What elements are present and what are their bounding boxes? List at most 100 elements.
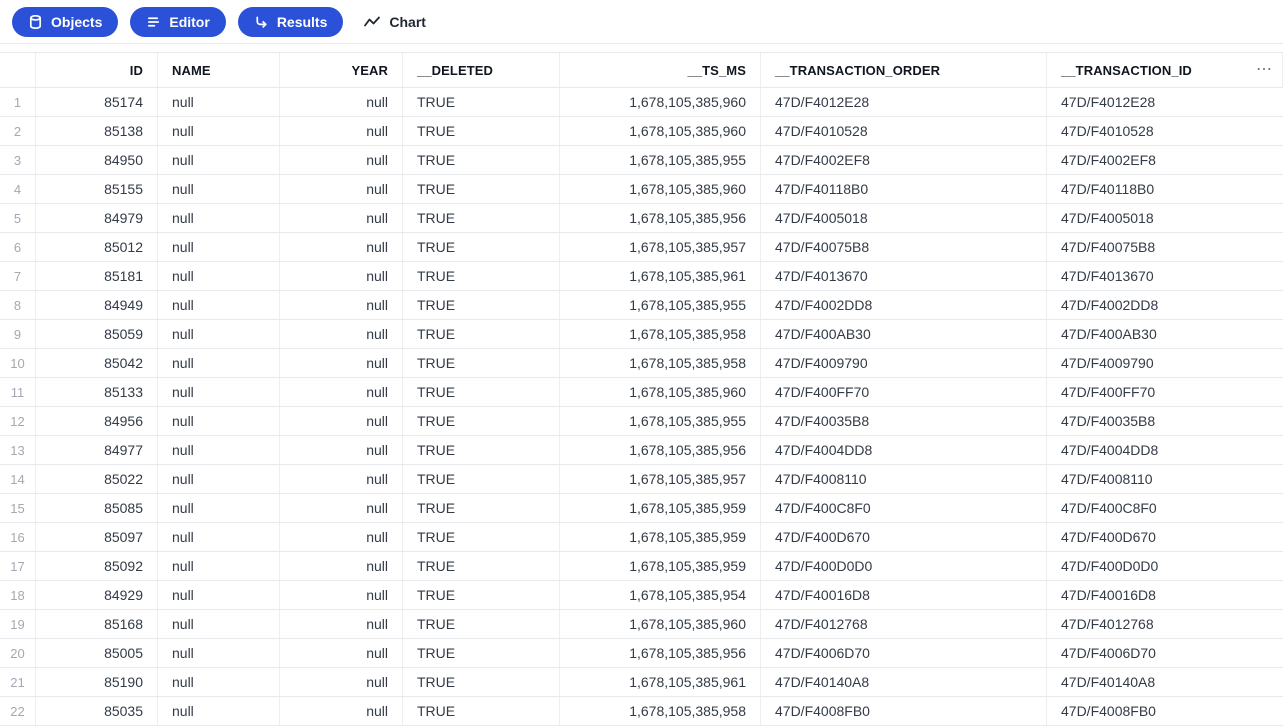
table-cell-id[interactable]: 85190	[36, 668, 158, 696]
table-cell-id[interactable]: 84950	[36, 146, 158, 174]
table-cell-transaction_id[interactable]: 47D/F4002EF8	[1047, 146, 1283, 174]
table-cell-transaction_id[interactable]: 47D/F4012768	[1047, 610, 1283, 638]
table-cell-year[interactable]: null	[280, 175, 403, 203]
table-cell-year[interactable]: null	[280, 233, 403, 261]
table-cell-id[interactable]: 84977	[36, 436, 158, 464]
table-cell-year[interactable]: null	[280, 523, 403, 551]
editor-button[interactable]: Editor	[130, 6, 226, 37]
table-cell-deleted[interactable]: TRUE	[403, 581, 560, 609]
table-cell-id[interactable]: 85035	[36, 697, 158, 725]
table-cell-ts_ms[interactable]: 1,678,105,385,956	[560, 639, 761, 667]
table-cell-transaction_order[interactable]: 47D/F40118B0	[761, 175, 1047, 203]
table-cell-deleted[interactable]: TRUE	[403, 117, 560, 145]
table-cell-ts_ms[interactable]: 1,678,105,385,960	[560, 117, 761, 145]
table-cell-ts_ms[interactable]: 1,678,105,385,960	[560, 88, 761, 116]
table-cell-transaction_order[interactable]: 47D/F400D0D0	[761, 552, 1047, 580]
table-cell-id[interactable]: 85012	[36, 233, 158, 261]
table-cell-deleted[interactable]: TRUE	[403, 378, 560, 406]
table-cell-name[interactable]: null	[158, 146, 280, 174]
table-cell-year[interactable]: null	[280, 581, 403, 609]
table-cell-id[interactable]: 85133	[36, 378, 158, 406]
table-cell-transaction_id[interactable]: 47D/F400D670	[1047, 523, 1283, 551]
table-cell-ts_ms[interactable]: 1,678,105,385,960	[560, 378, 761, 406]
table-cell-deleted[interactable]: TRUE	[403, 204, 560, 232]
table-cell-transaction_order[interactable]: 47D/F40140A8	[761, 668, 1047, 696]
table-cell-name[interactable]: null	[158, 436, 280, 464]
table-cell-id[interactable]: 85168	[36, 610, 158, 638]
table-cell-transaction_order[interactable]: 47D/F40035B8	[761, 407, 1047, 435]
table-cell-deleted[interactable]: TRUE	[403, 233, 560, 261]
results-button[interactable]: Results	[237, 6, 344, 37]
table-cell-transaction_order[interactable]: 47D/F4012768	[761, 610, 1047, 638]
table-cell-name[interactable]: null	[158, 494, 280, 522]
table-cell-ts_ms[interactable]: 1,678,105,385,956	[560, 204, 761, 232]
table-cell-deleted[interactable]: TRUE	[403, 610, 560, 638]
table-cell-transaction_id[interactable]: 47D/F4010528	[1047, 117, 1283, 145]
table-cell-deleted[interactable]: TRUE	[403, 465, 560, 493]
table-cell-name[interactable]: null	[158, 349, 280, 377]
table-cell-transaction_id[interactable]: 47D/F40035B8	[1047, 407, 1283, 435]
table-cell-year[interactable]: null	[280, 668, 403, 696]
table-cell-id[interactable]: 84956	[36, 407, 158, 435]
table-cell-id[interactable]: 84929	[36, 581, 158, 609]
table-cell-id[interactable]: 85181	[36, 262, 158, 290]
table-cell-deleted[interactable]: TRUE	[403, 552, 560, 580]
table-cell-transaction_id[interactable]: 47D/F40118B0	[1047, 175, 1283, 203]
table-cell-transaction_order[interactable]: 47D/F400FF70	[761, 378, 1047, 406]
table-cell-deleted[interactable]: TRUE	[403, 349, 560, 377]
table-cell-id[interactable]: 85085	[36, 494, 158, 522]
table-cell-id[interactable]: 84979	[36, 204, 158, 232]
table-cell-transaction_id[interactable]: 47D/F4009790	[1047, 349, 1283, 377]
table-cell-deleted[interactable]: TRUE	[403, 175, 560, 203]
table-cell-ts_ms[interactable]: 1,678,105,385,958	[560, 697, 761, 725]
table-cell-id[interactable]: 85022	[36, 465, 158, 493]
table-cell-transaction_order[interactable]: 47D/F40016D8	[761, 581, 1047, 609]
column-header-year[interactable]: YEAR	[280, 53, 403, 87]
table-cell-year[interactable]: null	[280, 349, 403, 377]
table-cell-year[interactable]: null	[280, 465, 403, 493]
table-cell-transaction_order[interactable]: 47D/F4008FB0	[761, 697, 1047, 725]
table-cell-year[interactable]: null	[280, 552, 403, 580]
table-cell-deleted[interactable]: TRUE	[403, 407, 560, 435]
table-cell-transaction_order[interactable]: 47D/F4013670	[761, 262, 1047, 290]
table-cell-name[interactable]: null	[158, 204, 280, 232]
table-cell-transaction_order[interactable]: 47D/F400C8F0	[761, 494, 1047, 522]
table-cell-ts_ms[interactable]: 1,678,105,385,960	[560, 175, 761, 203]
table-cell-transaction_order[interactable]: 47D/F4006D70	[761, 639, 1047, 667]
column-header-name[interactable]: NAME	[158, 53, 280, 87]
table-cell-transaction_order[interactable]: 47D/F4008110	[761, 465, 1047, 493]
table-cell-ts_ms[interactable]: 1,678,105,385,955	[560, 291, 761, 319]
column-header-ts_ms[interactable]: __TS_MS	[560, 53, 761, 87]
table-cell-transaction_id[interactable]: 47D/F400C8F0	[1047, 494, 1283, 522]
table-cell-id[interactable]: 85174	[36, 88, 158, 116]
table-cell-transaction_order[interactable]: 47D/F400D670	[761, 523, 1047, 551]
table-cell-ts_ms[interactable]: 1,678,105,385,961	[560, 262, 761, 290]
column-header-id[interactable]: ID	[36, 53, 158, 87]
table-cell-name[interactable]: null	[158, 697, 280, 725]
table-cell-id[interactable]: 85042	[36, 349, 158, 377]
table-cell-name[interactable]: null	[158, 610, 280, 638]
table-cell-year[interactable]: null	[280, 88, 403, 116]
table-cell-transaction_order[interactable]: 47D/F4004DD8	[761, 436, 1047, 464]
table-cell-year[interactable]: null	[280, 378, 403, 406]
table-cell-transaction_id[interactable]: 47D/F400FF70	[1047, 378, 1283, 406]
table-cell-deleted[interactable]: TRUE	[403, 146, 560, 174]
table-cell-transaction_id[interactable]: 47D/F4013670	[1047, 262, 1283, 290]
table-cell-id[interactable]: 85059	[36, 320, 158, 348]
table-cell-name[interactable]: null	[158, 668, 280, 696]
table-cell-year[interactable]: null	[280, 436, 403, 464]
table-cell-name[interactable]: null	[158, 175, 280, 203]
table-cell-ts_ms[interactable]: 1,678,105,385,954	[560, 581, 761, 609]
table-cell-year[interactable]: null	[280, 117, 403, 145]
table-cell-ts_ms[interactable]: 1,678,105,385,957	[560, 465, 761, 493]
table-cell-deleted[interactable]: TRUE	[403, 291, 560, 319]
table-cell-deleted[interactable]: TRUE	[403, 697, 560, 725]
table-cell-year[interactable]: null	[280, 494, 403, 522]
table-cell-year[interactable]: null	[280, 320, 403, 348]
table-cell-transaction_order[interactable]: 47D/F4002DD8	[761, 291, 1047, 319]
table-cell-deleted[interactable]: TRUE	[403, 639, 560, 667]
table-cell-transaction_order[interactable]: 47D/F400AB30	[761, 320, 1047, 348]
table-cell-transaction_id[interactable]: 47D/F4006D70	[1047, 639, 1283, 667]
table-cell-transaction_order[interactable]: 47D/F4002EF8	[761, 146, 1047, 174]
table-cell-transaction_order[interactable]: 47D/F4005018	[761, 204, 1047, 232]
